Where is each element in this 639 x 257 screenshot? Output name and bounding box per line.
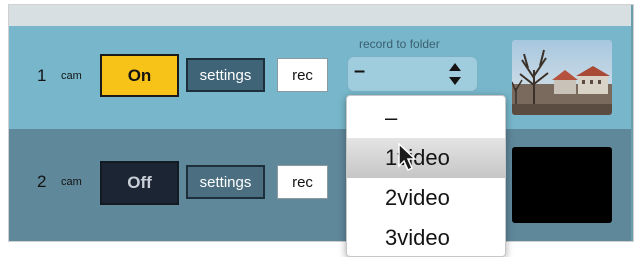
cam-1-on-button[interactable]: On <box>100 54 179 97</box>
dropdown-option[interactable]: 3video <box>347 218 505 256</box>
cam-2-preview-thumbnail <box>512 147 612 223</box>
dropdown-option[interactable]: – <box>347 98 505 138</box>
cam-label: cam <box>61 176 82 188</box>
cam-number: 2 <box>37 172 47 191</box>
select-value: – <box>354 60 366 82</box>
top-strip <box>9 5 631 26</box>
cam-number: 1 <box>37 66 47 85</box>
cam-1-preview-thumbnail <box>512 40 612 115</box>
record-to-folder-label: record to folder <box>359 37 440 51</box>
cam-label: cam <box>61 70 82 82</box>
cam-1-settings-button[interactable]: settings <box>186 58 265 92</box>
dropdown-option-highlighted[interactable]: 1video <box>347 138 505 178</box>
folder-dropdown-menu: – 1video 2video 3video <box>346 95 506 257</box>
cam-2-settings-button[interactable]: settings <box>186 165 265 199</box>
cam-row-2: 2 cam Off settings rec <box>9 129 631 241</box>
record-folder-select[interactable]: – <box>347 56 478 92</box>
cam-2-rec-button[interactable]: rec <box>277 165 328 199</box>
cam-row-1: 1 cam On settings rec record to folder – <box>9 26 631 129</box>
dropdown-option[interactable]: 2video <box>347 178 505 218</box>
cam-2-off-button[interactable]: Off <box>100 161 179 205</box>
cam-1-rec-button[interactable]: rec <box>277 58 328 92</box>
mouse-pointer-icon <box>398 142 417 172</box>
cam-1-preview-image <box>512 40 612 115</box>
select-arrows-icon <box>449 63 461 85</box>
camera-panel: 1 cam On settings rec record to folder – <box>8 4 634 242</box>
